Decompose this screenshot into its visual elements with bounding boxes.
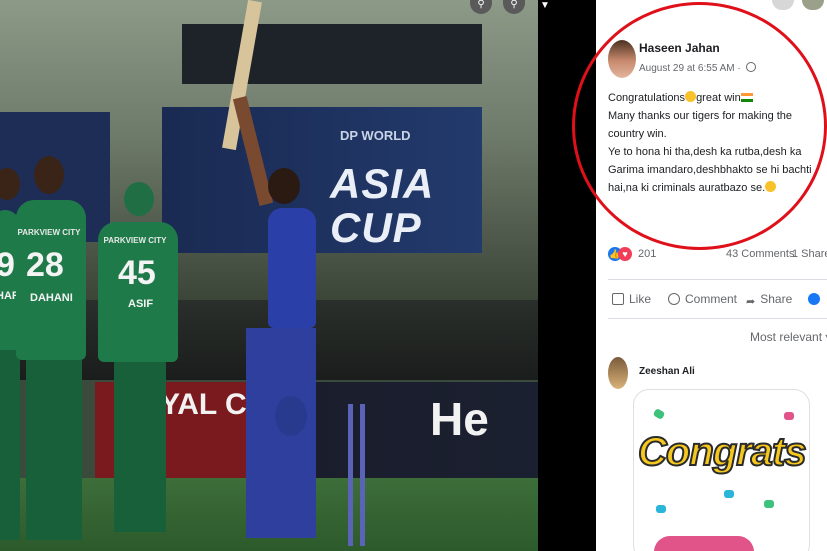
banner-title-line2: CUP <box>330 204 422 251</box>
player-legs <box>26 360 82 540</box>
batter-helmet <box>275 396 307 436</box>
board-text-left: YAL C <box>160 388 247 421</box>
comment-button[interactable]: Comment <box>668 292 737 306</box>
share-arrow-icon: ➦ <box>746 296 756 308</box>
stand-window <box>182 24 482 84</box>
top-icon[interactable] <box>772 0 794 10</box>
player-head <box>34 156 64 194</box>
thumbs-up-icon <box>612 293 624 305</box>
confetti-icon <box>652 408 666 420</box>
comment-icon <box>668 293 680 305</box>
reaction-count: 201 <box>638 248 657 260</box>
comment-sort-dropdown[interactable]: Most relevant ▾ <box>750 330 827 344</box>
stump <box>360 404 365 546</box>
love-reaction-icon: ♥ <box>618 247 632 261</box>
profile-icon[interactable] <box>802 0 824 10</box>
audience-selector[interactable] <box>808 292 825 306</box>
confetti-icon <box>764 500 774 508</box>
commenter-name[interactable]: Zeeshan Ali <box>639 366 695 377</box>
player-legs <box>114 362 166 532</box>
stump <box>348 404 353 546</box>
sticker-text: Congrats <box>637 429 808 475</box>
batter-jersey <box>268 208 316 328</box>
batter-head <box>268 168 300 204</box>
player-legs <box>0 350 20 540</box>
banner-sponsor: DP WORLD <box>340 128 411 143</box>
highlight-circle <box>572 2 827 250</box>
player-cap <box>124 182 154 216</box>
jersey-number: 45 <box>118 254 156 292</box>
jersey-number: 28 <box>26 246 64 284</box>
divider <box>608 318 827 319</box>
jersey-club: PARKVIEW CITY <box>103 236 167 245</box>
confetti-icon <box>656 505 666 513</box>
confetti-icon <box>724 490 734 498</box>
shares-count[interactable]: 1 Share <box>792 248 827 260</box>
globe-icon <box>808 293 820 305</box>
jersey-name: ASIF <box>128 298 154 310</box>
comments-count[interactable]: 43 Comments <box>726 248 794 260</box>
batter-legs <box>246 328 316 538</box>
banner-title-line1: ASIA <box>330 160 435 207</box>
jersey-club: PARKVIEW CITY <box>17 228 81 237</box>
jersey-name: DAHANI <box>30 292 73 304</box>
board-text-right: He <box>430 393 489 445</box>
commenter-avatar[interactable] <box>608 357 628 389</box>
like-button[interactable]: Like <box>612 292 651 306</box>
chevron-down-icon[interactable]: ▼ <box>540 0 550 11</box>
jersey-number: 9 <box>0 246 15 284</box>
divider <box>608 279 827 280</box>
confetti-icon <box>784 412 794 420</box>
sticker-next-word <box>654 536 754 551</box>
share-button[interactable]: ➦ Share <box>746 292 792 308</box>
match-photo: DP WORLD ASIA CUP YAL C He 9 HAR PARKVIE… <box>0 0 538 551</box>
congrats-sticker: Congrats <box>633 389 810 551</box>
